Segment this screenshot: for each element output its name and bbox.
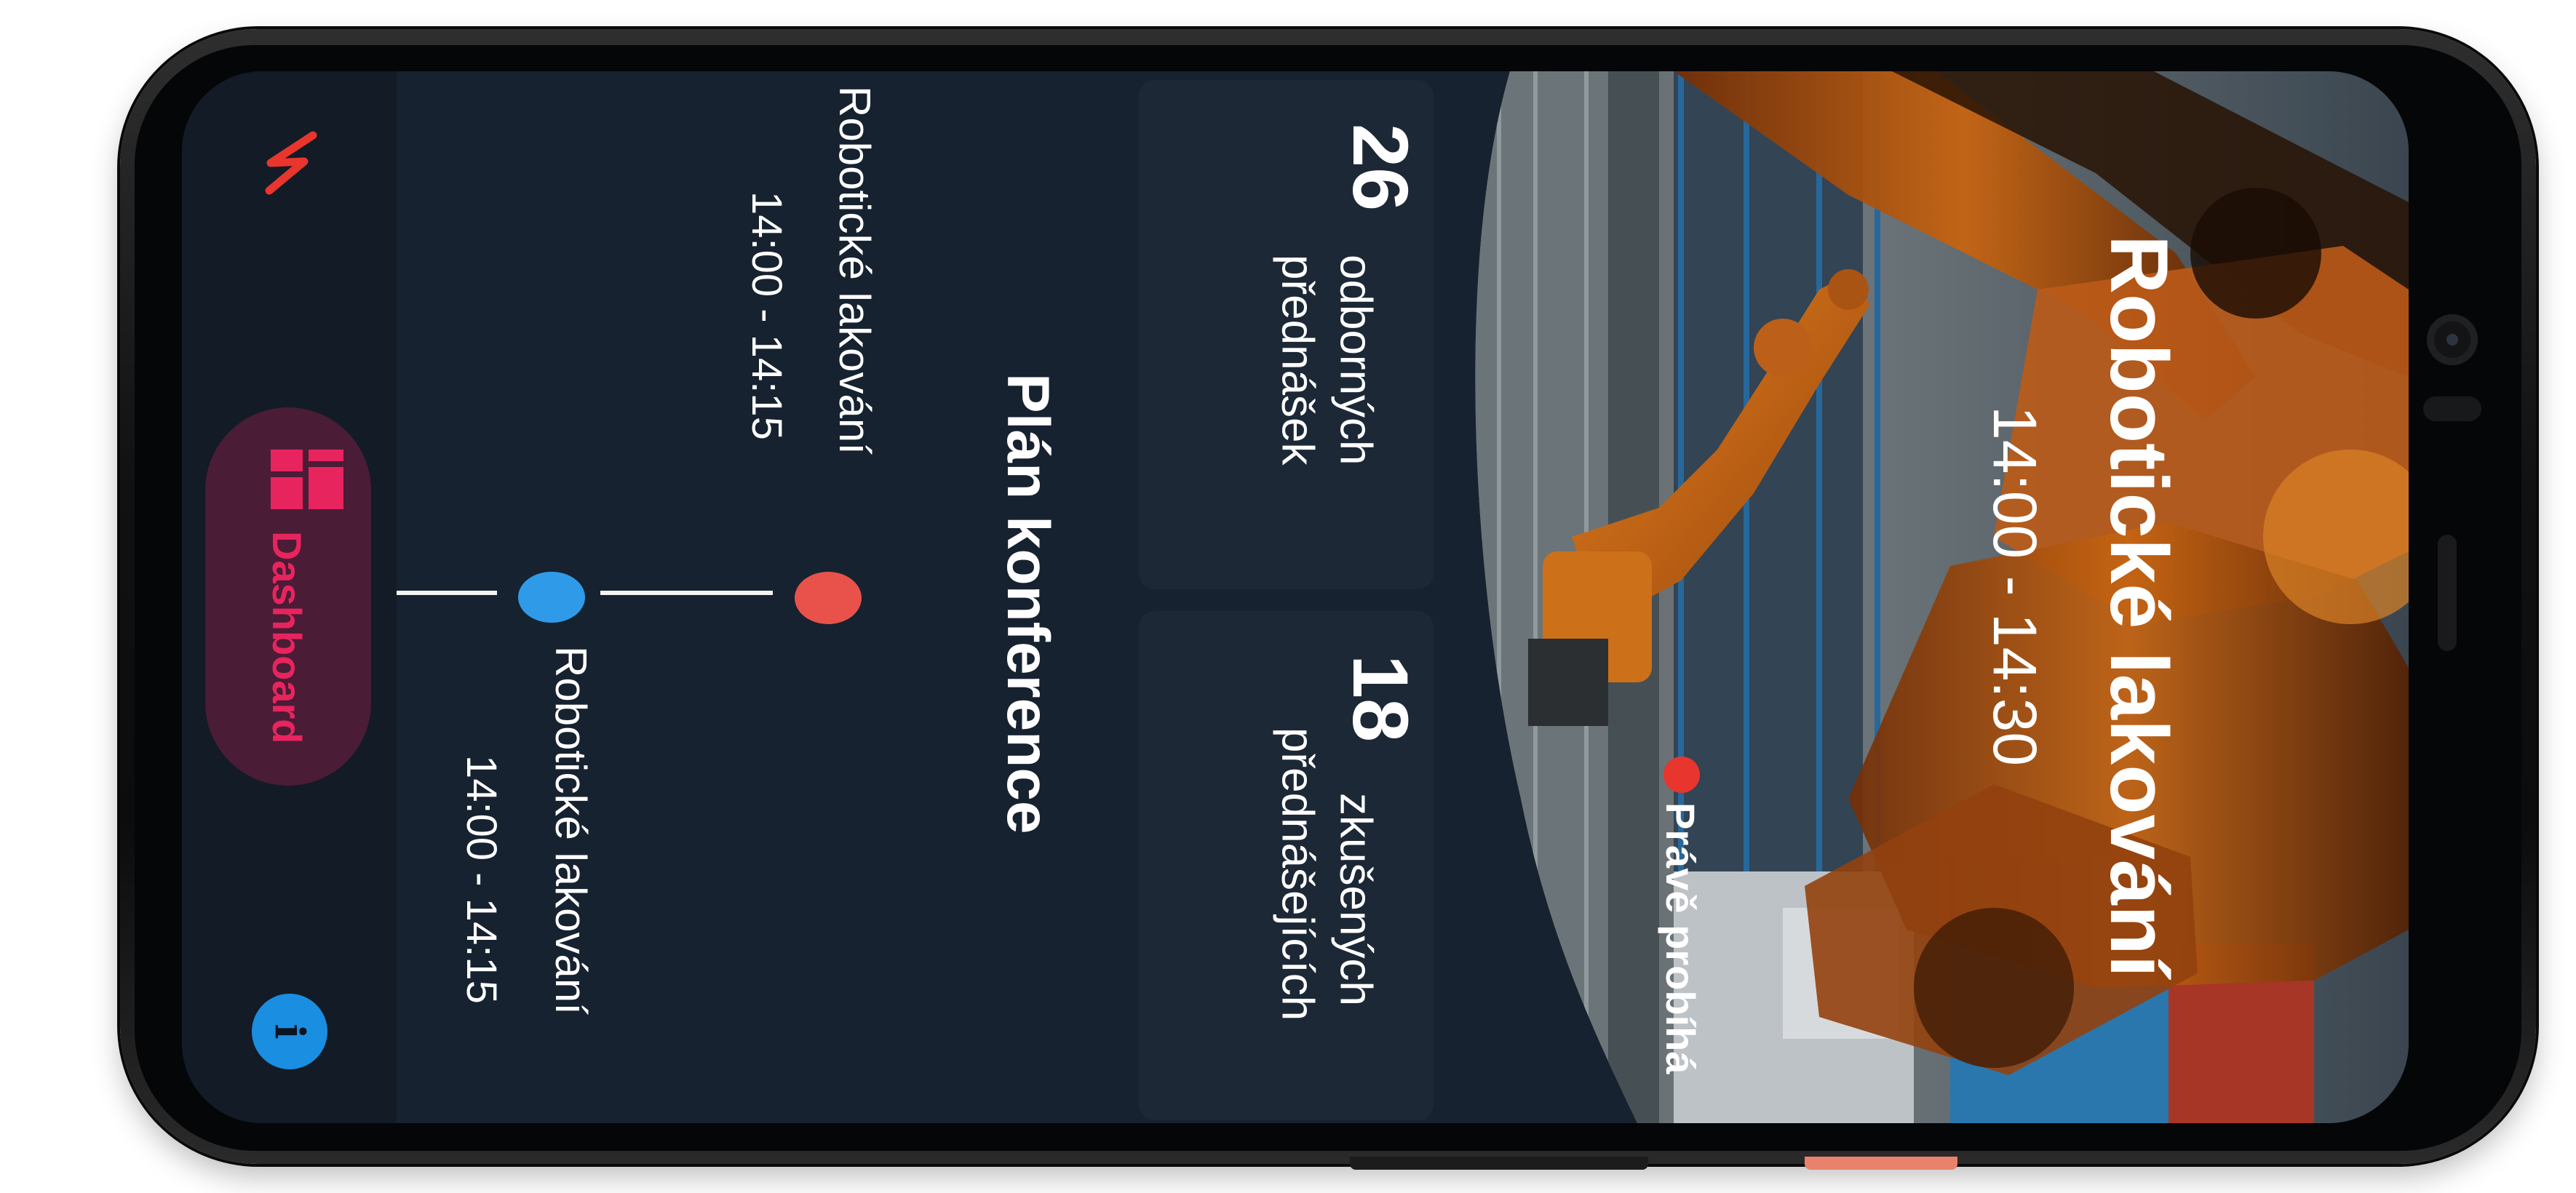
live-status-dot <box>1663 757 1700 793</box>
timeline-line <box>600 591 773 595</box>
stat-card-speakers: 18 zkušených přednášejících <box>1139 611 1434 1120</box>
phone-sensor <box>2423 396 2481 421</box>
info-glyph: i <box>266 1024 314 1040</box>
schedule-title: Plán konference <box>995 373 1061 834</box>
navigation-rail: Dashboard i <box>182 71 397 1123</box>
front-camera-icon <box>2427 314 2478 365</box>
stat-card-talks: 26 odborných přednášek <box>1139 80 1434 589</box>
nav-label-dashboard: Dashboard <box>264 531 310 744</box>
dashboard-grid-icon <box>271 450 343 509</box>
timeline-dot-current <box>795 572 862 624</box>
phone-power-button <box>1805 1157 1957 1170</box>
timeline-dot-upcoming <box>518 572 585 623</box>
stat-label: přednášek <box>1272 255 1323 466</box>
phone-speaker <box>2438 535 2457 651</box>
app-screen: Dashboard i Plán konference Robotické la… <box>182 71 2409 1123</box>
stat-label: přednášejících <box>1272 727 1323 1021</box>
schedule-item-title: Robotické lakování <box>830 86 879 455</box>
schedule-item-title: Robotické lakování <box>546 646 595 1015</box>
nav-item-dashboard[interactable]: Dashboard <box>205 407 371 786</box>
hero-time: 14:00 - 14:30 <box>1981 406 2049 767</box>
info-icon[interactable]: i <box>252 994 327 1069</box>
schedule-item-time: 14:00 - 14:15 <box>458 755 505 1004</box>
hero-image <box>1475 71 2409 1123</box>
schedule-item-time: 14:00 - 14:15 <box>743 191 790 440</box>
stat-value: 26 <box>1337 124 1425 212</box>
timeline-line <box>397 591 497 595</box>
stat-value: 18 <box>1337 655 1425 743</box>
live-status-label: Právě probíhá <box>1658 802 1704 1074</box>
phone-side-button <box>1350 1157 1648 1170</box>
stat-label: odborných <box>1330 255 1381 466</box>
stat-label: zkušených <box>1330 793 1381 1006</box>
zigzag-logo-icon <box>265 131 317 195</box>
hero-title: Robotické lakování <box>2094 235 2185 978</box>
